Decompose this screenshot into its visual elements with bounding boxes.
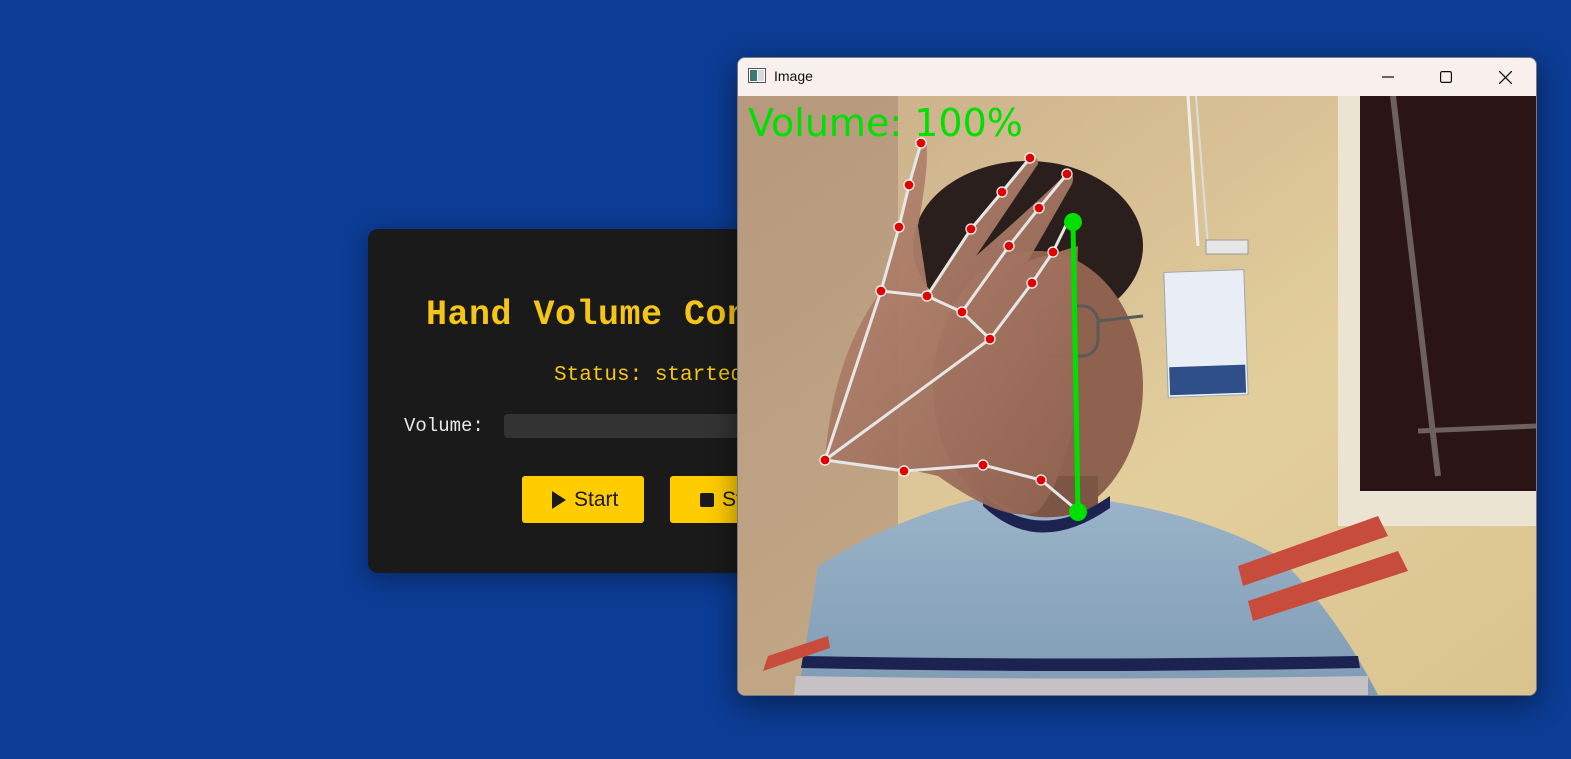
maximize-button[interactable] xyxy=(1417,58,1475,96)
close-button[interactable] xyxy=(1476,58,1534,96)
start-button[interactable]: Start xyxy=(522,476,644,523)
minimize-button[interactable] xyxy=(1359,58,1417,96)
window-title: Image xyxy=(774,68,813,84)
status-text: Status: started xyxy=(554,364,744,387)
thumb-tip-marker xyxy=(1069,503,1087,521)
minimize-icon xyxy=(1382,76,1394,78)
window-titlebar[interactable]: Image xyxy=(738,58,1536,96)
volume-overlay-text: Volume: 100% xyxy=(748,101,1023,145)
index-tip-marker xyxy=(1064,213,1082,231)
play-icon xyxy=(552,490,566,509)
stop-icon xyxy=(700,492,714,507)
start-button-label: Start xyxy=(574,487,619,511)
camera-window: Image Volume: 100% xyxy=(737,57,1537,696)
volume-label: Volume: xyxy=(404,415,484,437)
close-icon xyxy=(1498,70,1512,84)
camera-frame: Volume: 100% xyxy=(738,96,1536,695)
maximize-icon xyxy=(1440,71,1452,83)
app-icon xyxy=(748,68,766,83)
